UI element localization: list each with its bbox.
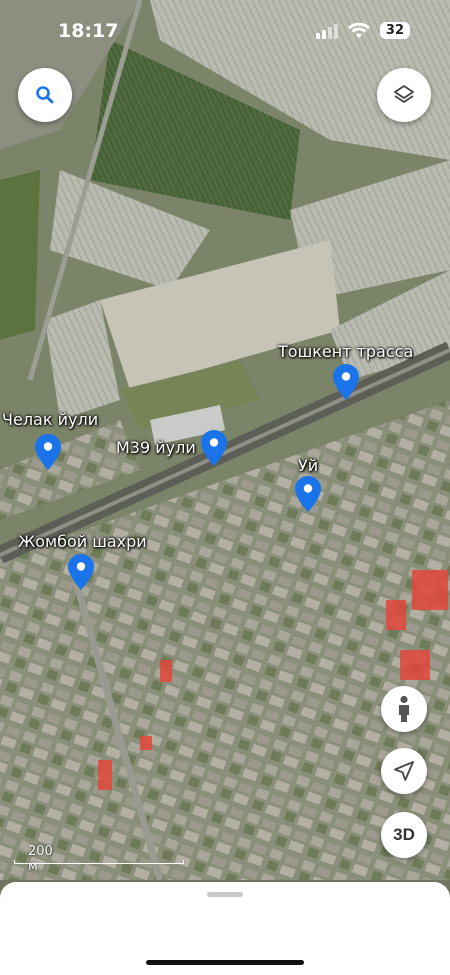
location-pin-icon bbox=[68, 554, 94, 590]
place-label: Челак йули bbox=[2, 410, 99, 429]
place-label: Уй bbox=[298, 456, 319, 475]
battery-indicator: 32 bbox=[379, 22, 410, 39]
status-bar: 18:17 32 bbox=[0, 0, 450, 64]
my-location-button[interactable] bbox=[381, 748, 427, 794]
place-label: Тошкент трасса bbox=[278, 342, 414, 361]
sheet-grabber-handle[interactable] bbox=[207, 892, 243, 897]
bottom-sheet[interactable] bbox=[0, 882, 450, 975]
scale-bar bbox=[14, 860, 184, 864]
search-button[interactable] bbox=[18, 68, 72, 122]
cellular-signal-icon bbox=[315, 23, 338, 39]
search-icon bbox=[36, 86, 54, 104]
satellite-map[interactable]: Тошкент трасса Челак йули M39 йули Уй Жо… bbox=[0, 0, 450, 880]
status-time: 18:17 bbox=[58, 20, 119, 42]
home-indicator bbox=[146, 960, 304, 965]
3d-toggle-button[interactable]: 3D bbox=[381, 812, 427, 858]
location-pin-icon bbox=[201, 430, 227, 466]
scale-label: 200 м bbox=[28, 844, 53, 874]
place-label: Жомбой шахри bbox=[18, 532, 147, 551]
status-icons: 32 bbox=[315, 22, 410, 39]
location-pin-icon bbox=[295, 476, 321, 512]
street-view-button[interactable] bbox=[381, 686, 427, 732]
place-label: M39 йули bbox=[116, 438, 196, 457]
location-pin-icon bbox=[35, 434, 61, 470]
layers-icon bbox=[394, 85, 414, 103]
wifi-icon bbox=[347, 22, 370, 38]
location-pin-icon bbox=[333, 364, 359, 400]
3d-label: 3D bbox=[393, 825, 415, 844]
navigation-arrow-icon bbox=[394, 761, 414, 781]
person-icon bbox=[399, 695, 409, 722]
layers-button[interactable] bbox=[377, 68, 431, 122]
